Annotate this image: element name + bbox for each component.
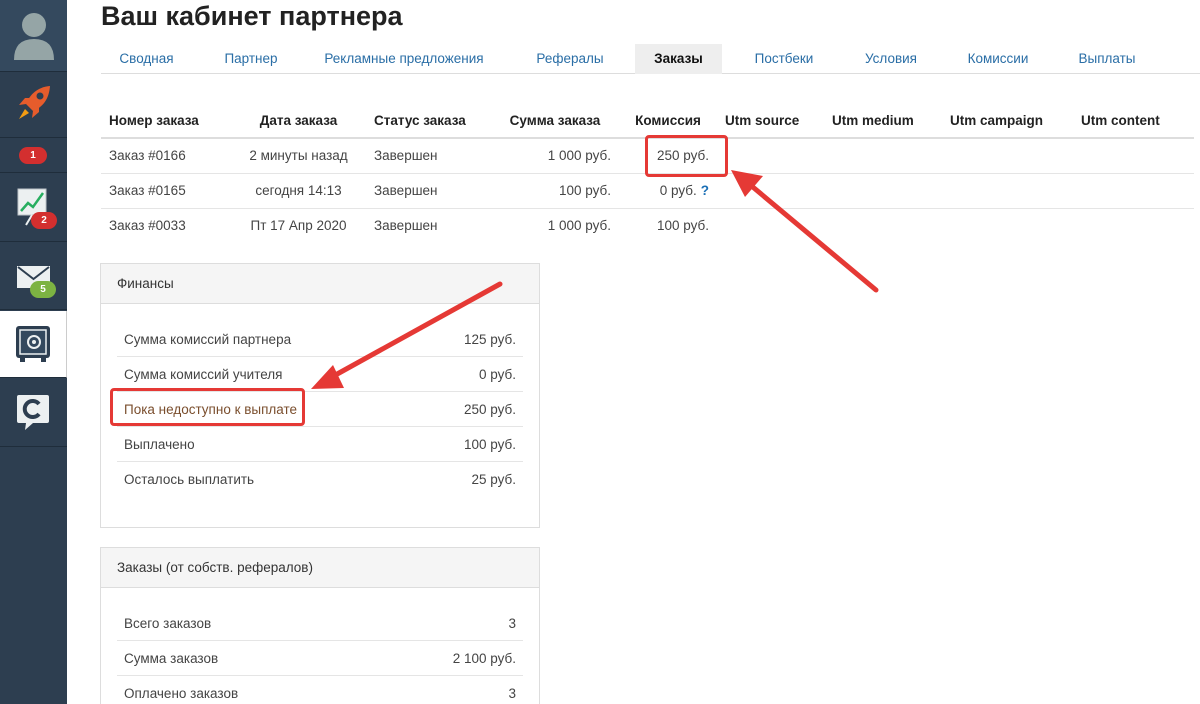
annotation-arrows — [311, 170, 879, 389]
arrow-to-unavailable-payout — [311, 281, 503, 389]
arrow-to-commission — [731, 170, 879, 293]
